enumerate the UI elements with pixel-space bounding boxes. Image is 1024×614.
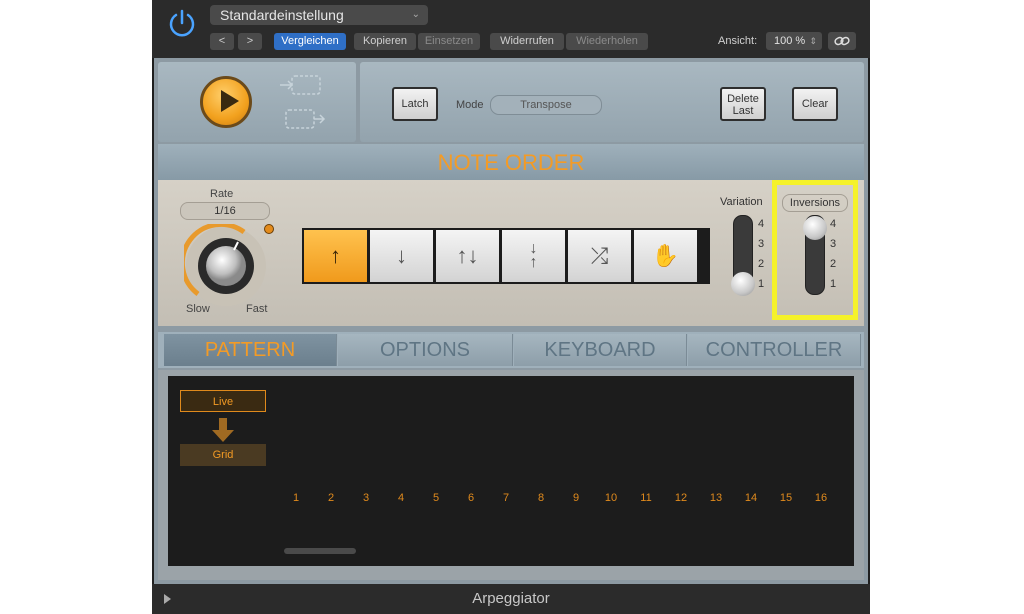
variation-label: Variation <box>720 196 763 208</box>
live-button[interactable]: Live <box>180 390 266 412</box>
step-number: 15 <box>779 492 793 504</box>
mode-selector[interactable]: Transpose <box>490 95 602 115</box>
step-number: 13 <box>709 492 723 504</box>
order-random-button[interactable]: ⤮ <box>568 230 631 282</box>
arrow-up-down-icon: ↑↓ <box>456 243 479 268</box>
play-button[interactable] <box>200 76 252 128</box>
arrow-down-icon <box>212 418 234 442</box>
note-order-buttons: ↑ ↓ ↑↓ ↓ ↑ ⤮ ✋ <box>302 228 710 284</box>
stepper-icon: ⇕ <box>809 36 817 46</box>
step-number: 10 <box>604 492 618 504</box>
step-number: 3 <box>362 492 370 504</box>
tab-pattern[interactable]: PATTERN <box>164 334 337 366</box>
fast-label: Fast <box>246 303 268 315</box>
zoom-dropdown[interactable]: 100 % ⇕ <box>766 32 822 50</box>
step-number: 9 <box>572 492 580 504</box>
redo-button[interactable]: Wiederholen <box>566 33 648 50</box>
tab-controller[interactable]: CONTROLLER <box>688 334 861 366</box>
grid-button[interactable]: Grid <box>180 444 266 466</box>
latch-panel: Latch Mode Transpose Delete Last Clear <box>360 62 864 142</box>
step-number: 11 <box>640 492 652 504</box>
arrow-down-icon: ↓ <box>396 243 407 268</box>
order-up-down-button[interactable]: ↑↓ <box>436 230 499 282</box>
play-panel <box>158 62 356 142</box>
rate-label: Rate <box>210 188 234 200</box>
tab-keyboard[interactable]: KEYBOARD <box>514 334 687 366</box>
power-icon[interactable] <box>166 7 198 39</box>
step-number: 2 <box>327 492 335 504</box>
preset-name: Standardeinstellung <box>220 7 344 23</box>
rate-value[interactable]: 1/16 <box>180 202 270 220</box>
step-number: 7 <box>502 492 510 504</box>
view-label: Ansicht: <box>718 35 758 47</box>
variation-slider[interactable] <box>731 215 755 296</box>
note-order-title: NOTE ORDER <box>437 150 585 175</box>
variation-slider-thumb[interactable] <box>731 272 755 296</box>
shuffle-icon: ⤮ <box>590 243 609 268</box>
undo-button[interactable]: Widerrufen <box>490 33 564 50</box>
clear-button[interactable]: Clear <box>792 87 838 121</box>
step-number: 1 <box>292 492 300 504</box>
hand-icon: ✋ <box>651 243 680 268</box>
rate-knob[interactable] <box>184 224 268 308</box>
horizontal-scrollbar[interactable] <box>284 548 356 554</box>
order-up-button[interactable]: ↑ <box>304 230 367 282</box>
step-number: 5 <box>432 492 440 504</box>
preset-dropdown[interactable]: Standardeinstellung ⌄ <box>210 5 428 25</box>
order-manual-button[interactable]: ✋ <box>634 230 697 282</box>
step-number: 4 <box>397 492 405 504</box>
variation-tick-4: 4 <box>758 218 765 230</box>
note-order-panel: Rate 1/16 Slow Fast ↑ ↓ ↑↓ ↓ ↑ ⤮ ✋ Varia… <box>158 180 864 326</box>
mode-label: Mode <box>456 99 484 111</box>
order-outside-in-button[interactable]: ↓ ↑ <box>502 230 565 282</box>
next-preset-button[interactable]: > <box>238 33 262 50</box>
midi-routing-icon <box>280 75 326 129</box>
link-button[interactable] <box>828 32 856 50</box>
step-number: 8 <box>537 492 545 504</box>
rate-sync-indicator[interactable] <box>264 224 274 234</box>
latch-button[interactable]: Latch <box>392 87 438 121</box>
inversions-highlight-box <box>772 180 858 320</box>
tab-bar: PATTERN OPTIONS KEYBOARD CONTROLLER <box>158 332 864 368</box>
previous-preset-button[interactable]: < <box>210 33 234 50</box>
plugin-header: Standardeinstellung ⌄ < > Vergleichen Ko… <box>152 0 870 58</box>
outside-in-icon: ↓ ↑ <box>529 240 538 271</box>
slow-label: Slow <box>186 303 210 315</box>
step-number: 16 <box>814 492 828 504</box>
step-number: 14 <box>744 492 758 504</box>
note-order-header: NOTE ORDER <box>158 144 864 180</box>
play-icon <box>221 90 239 112</box>
zoom-value: 100 % <box>774 35 806 47</box>
order-down-button[interactable]: ↓ <box>370 230 433 282</box>
copy-button[interactable]: Kopieren <box>354 33 416 50</box>
tab-options[interactable]: OPTIONS <box>338 334 513 366</box>
link-icon <box>834 36 850 46</box>
variation-tick-2: 2 <box>758 258 765 270</box>
pattern-grid[interactable]: Live Grid 1 2 3 4 5 6 7 8 9 10 11 12 13 … <box>168 376 854 566</box>
plugin-footer: Arpeggiator <box>152 584 870 614</box>
chevron-down-icon: ⌄ <box>411 9 420 20</box>
step-number: 12 <box>674 492 688 504</box>
pattern-panel: Live Grid 1 2 3 4 5 6 7 8 9 10 11 12 13 … <box>158 370 864 580</box>
step-number: 6 <box>467 492 475 504</box>
plugin-body: Latch Mode Transpose Delete Last Clear N… <box>154 58 868 584</box>
variation-tick-1: 1 <box>758 278 765 290</box>
paste-button[interactable]: Einsetzen <box>418 33 480 50</box>
plugin-title: Arpeggiator <box>472 590 550 607</box>
compare-button[interactable]: Vergleichen <box>274 33 346 50</box>
arrow-up-icon: ↑ <box>330 243 341 268</box>
delete-last-button[interactable]: Delete Last <box>720 87 766 121</box>
variation-tick-3: 3 <box>758 238 765 250</box>
arpeggiator-window: Standardeinstellung ⌄ < > Vergleichen Ko… <box>152 0 870 614</box>
